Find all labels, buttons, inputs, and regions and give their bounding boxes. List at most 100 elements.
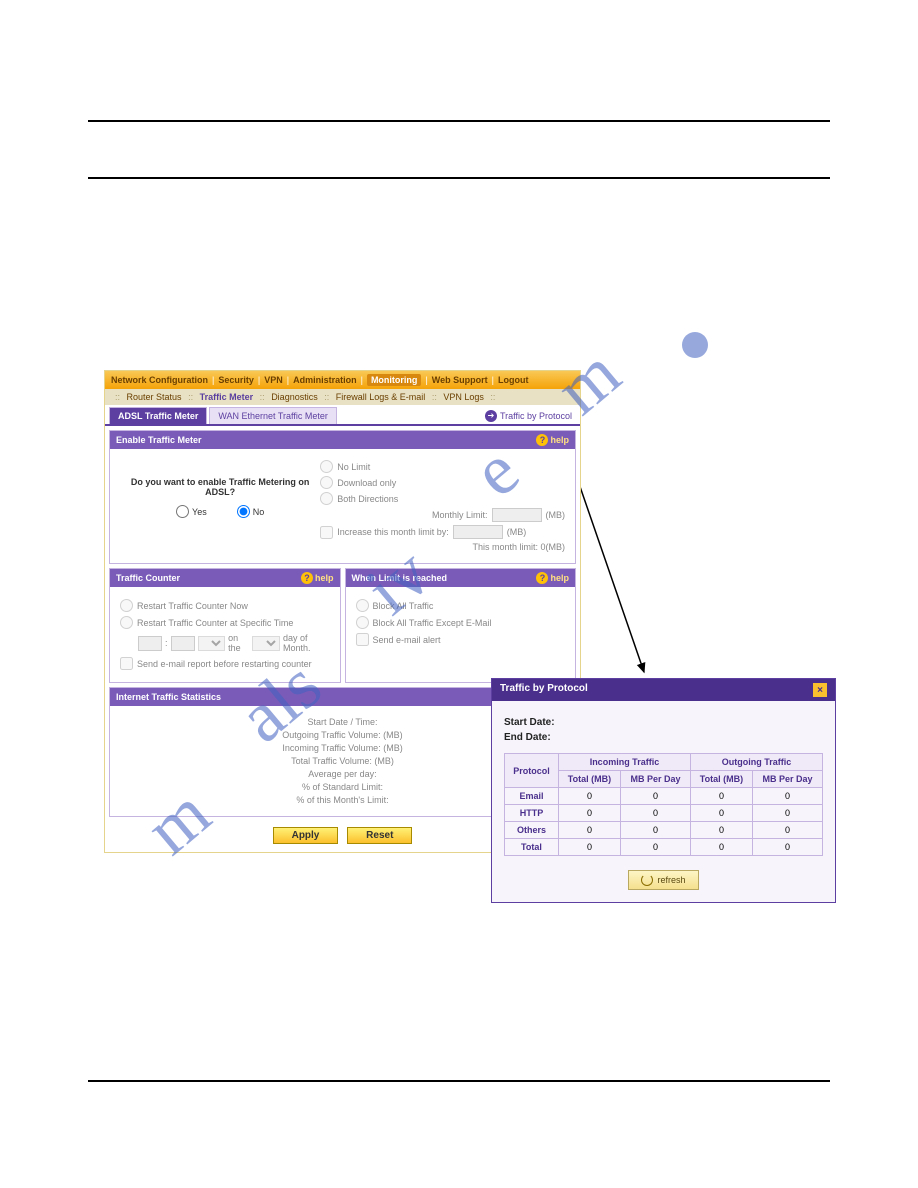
nav-item[interactable]: Administration: [293, 375, 357, 385]
cell-protocol: Email: [505, 788, 559, 805]
help-link[interactable]: ?help: [536, 434, 569, 446]
cell: 0: [690, 822, 752, 839]
subnav-item-active[interactable]: Traffic Meter: [200, 392, 254, 402]
refresh-button[interactable]: refresh: [628, 870, 698, 890]
cell: 0: [690, 839, 752, 856]
subnav-item[interactable]: Router Status: [127, 392, 182, 402]
col-protocol: Protocol: [505, 754, 559, 788]
help-icon: ?: [301, 572, 313, 584]
nav-item[interactable]: Web Support: [432, 375, 488, 385]
subnav-item[interactable]: VPN Logs: [443, 392, 484, 402]
hour-input[interactable]: [138, 636, 162, 651]
help-link[interactable]: ?help: [301, 572, 334, 584]
radio-yes[interactable]: Yes: [176, 505, 207, 518]
table-row: Email0000: [505, 788, 823, 805]
nav-item[interactable]: Security: [218, 375, 254, 385]
cell: 0: [620, 839, 690, 856]
start-date-label: Start Date:: [504, 717, 823, 728]
tab-row: ADSL Traffic Meter WAN Ethernet Traffic …: [105, 405, 580, 426]
cell: 0: [752, 822, 822, 839]
unit: (MB): [507, 527, 527, 537]
panel-title: Enable Traffic Meter: [116, 435, 202, 445]
cell: 0: [558, 805, 620, 822]
on-the-label: on the: [228, 633, 249, 653]
nav-item[interactable]: Logout: [498, 375, 529, 385]
divider-mid: [88, 177, 830, 179]
radio-block-except[interactable]: Block All Traffic Except E-Mail: [356, 616, 566, 629]
divider-top: [88, 120, 830, 122]
cell: 0: [558, 839, 620, 856]
col-outgoing: Outgoing Traffic: [690, 754, 822, 771]
close-icon[interactable]: ×: [813, 683, 827, 697]
radio-no[interactable]: No: [237, 505, 265, 518]
radio-download[interactable]: [320, 476, 333, 489]
col-out-perday: MB Per Day: [752, 771, 822, 788]
help-icon: ?: [536, 572, 548, 584]
refresh-icon: [641, 874, 653, 886]
radio-restart-now[interactable]: Restart Traffic Counter Now: [120, 599, 330, 612]
col-in-perday: MB Per Day: [620, 771, 690, 788]
help-icon: ?: [536, 434, 548, 446]
checkbox-send-report[interactable]: Send e-mail report before restarting cou…: [120, 657, 330, 670]
cell: 0: [620, 822, 690, 839]
cell: 0: [690, 805, 752, 822]
radio-both[interactable]: [320, 492, 333, 505]
both-directions-label: Both Directions: [337, 494, 398, 504]
tab-adsl[interactable]: ADSL Traffic Meter: [109, 407, 207, 424]
subnav-item[interactable]: Firewall Logs & E-mail: [336, 392, 426, 402]
cell: 0: [752, 839, 822, 856]
tab-wan[interactable]: WAN Ethernet Traffic Meter: [209, 407, 337, 424]
main-nav: Network Configuration| Security| VPN| Ad…: [105, 371, 580, 389]
nav-item[interactable]: Network Configuration: [111, 375, 208, 385]
cell: 0: [752, 788, 822, 805]
when-limit-panel: When Limit is reached ?help Block All Tr…: [345, 568, 577, 683]
monthly-limit-input[interactable]: [492, 508, 542, 522]
monthly-limit-label: Monthly Limit:: [432, 510, 488, 520]
unit: (MB): [546, 510, 566, 520]
increase-checkbox[interactable]: [320, 526, 333, 539]
radio-block-all[interactable]: Block All Traffic: [356, 599, 566, 612]
cell: 0: [752, 805, 822, 822]
minute-input[interactable]: [171, 636, 195, 651]
cell-protocol: Others: [505, 822, 559, 839]
cell: 0: [690, 788, 752, 805]
traffic-counter-panel: Traffic Counter ?help Restart Traffic Co…: [109, 568, 341, 683]
help-link[interactable]: ?help: [536, 572, 569, 584]
subnav-item[interactable]: Diagnostics: [271, 392, 318, 402]
nav-item-active[interactable]: Monitoring: [367, 374, 422, 386]
no-limit-label: No Limit: [337, 462, 370, 472]
apply-button[interactable]: Apply: [273, 827, 339, 844]
table-row: HTTP0000: [505, 805, 823, 822]
reset-button[interactable]: Reset: [347, 827, 412, 844]
ampm-select[interactable]: [198, 636, 226, 651]
day-select[interactable]: [252, 636, 280, 651]
cell: 0: [620, 805, 690, 822]
traffic-by-protocol-link[interactable]: ➔ Traffic by Protocol: [485, 410, 576, 422]
traffic-link-label: Traffic by Protocol: [500, 411, 572, 421]
table-row: Others0000: [505, 822, 823, 839]
increase-label: Increase this month limit by:: [337, 527, 449, 537]
nav-item[interactable]: VPN: [264, 375, 283, 385]
traffic-by-protocol-popup: Traffic by Protocol × Start Date: End Da…: [491, 678, 836, 903]
enable-question: Do you want to enable Traffic Metering o…: [120, 477, 320, 497]
radio-restart-at[interactable]: Restart Traffic Counter at Specific Time: [120, 616, 330, 629]
col-in-total: Total (MB): [558, 771, 620, 788]
table-row: Total0000: [505, 839, 823, 856]
cell: 0: [558, 822, 620, 839]
protocol-table: Protocol Incoming Traffic Outgoing Traff…: [504, 753, 823, 856]
panel-title: Internet Traffic Statistics: [116, 692, 221, 702]
end-date-label: End Date:: [504, 732, 823, 743]
radio-nolimit[interactable]: [320, 460, 333, 473]
popup-title: Traffic by Protocol: [500, 683, 588, 697]
panel-title: Traffic Counter: [116, 573, 180, 583]
cell: 0: [558, 788, 620, 805]
day-of-label: day of Month.: [283, 633, 330, 653]
cell-protocol: Total: [505, 839, 559, 856]
enable-traffic-meter-panel: Enable Traffic Meter ?help Do you want t…: [109, 430, 576, 564]
increase-input[interactable]: [453, 525, 503, 539]
col-out-total: Total (MB): [690, 771, 752, 788]
refresh-label: refresh: [657, 875, 685, 885]
checkbox-send-alert[interactable]: Send e-mail alert: [356, 633, 566, 646]
col-incoming: Incoming Traffic: [558, 754, 690, 771]
download-only-label: Download only: [337, 478, 396, 488]
